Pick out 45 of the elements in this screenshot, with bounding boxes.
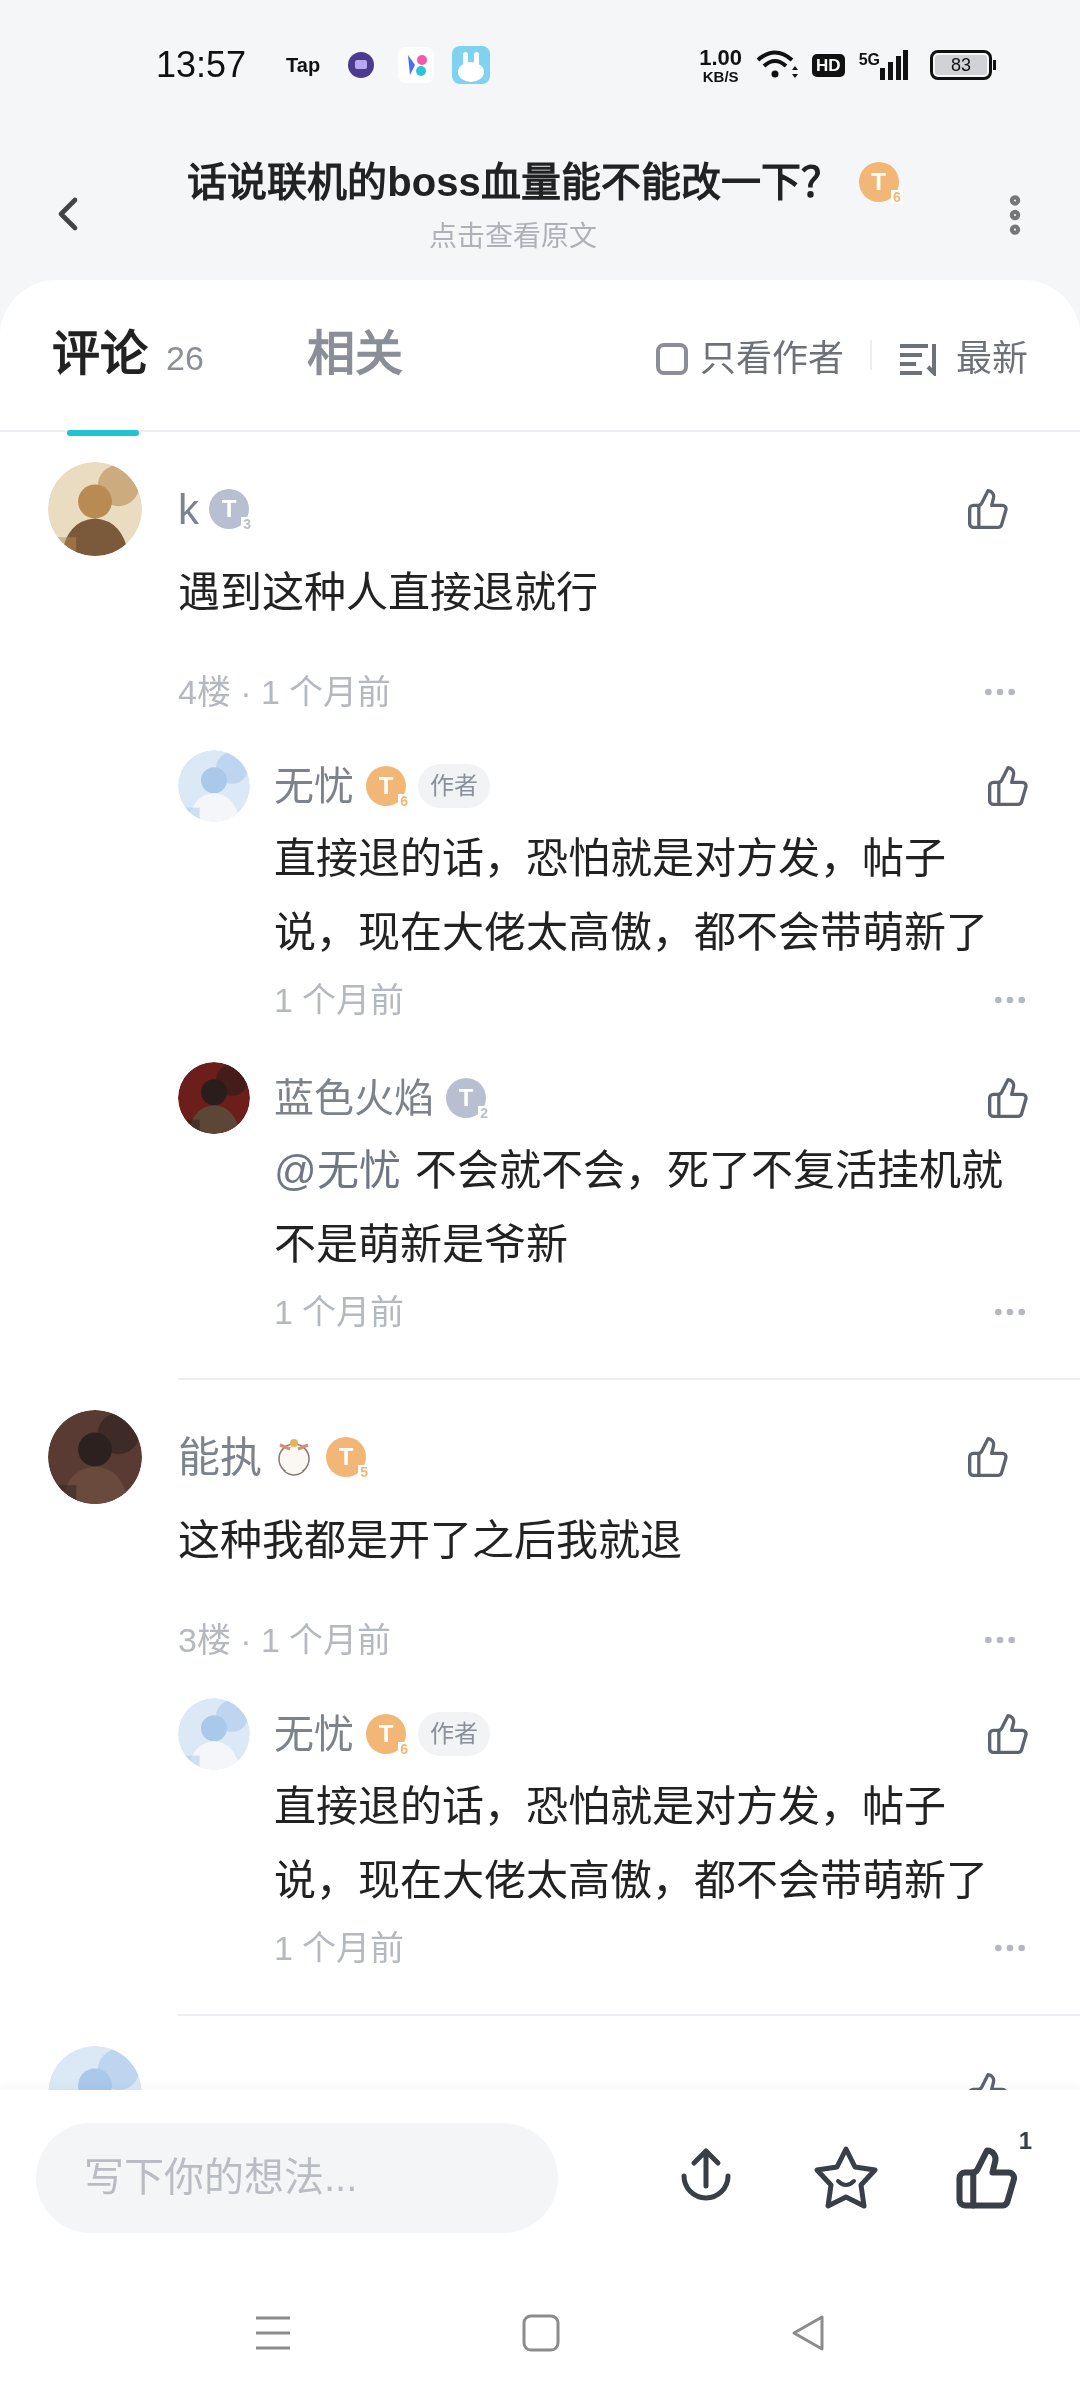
favorite-star-icon[interactable] (812, 2144, 880, 2211)
reply-text: 直接退的话，恐怕就是对方发，帖子说，现在大佬太高傲，都不会带萌新了 (274, 834, 989, 958)
author-tag: 作者 (418, 1712, 490, 1756)
signal-icon (880, 50, 908, 80)
app-icon (346, 50, 377, 80)
view-original-link[interactable]: 点击查看原文 (429, 216, 597, 258)
bunny-icon (452, 46, 491, 84)
net-speed: 1.00 KB/S (699, 46, 743, 84)
reply-time: 1 个月前 (274, 1291, 405, 1333)
back-triangle-icon[interactable] (790, 2313, 826, 2352)
author-only-filter[interactable]: 只看作者 (656, 332, 844, 386)
home-square-icon[interactable] (522, 2313, 560, 2352)
comment-meta: 3楼 · 1 个月前 (178, 1619, 392, 1661)
comment-text: 这种我都是开了之后我就退 (178, 1516, 683, 1566)
like-icon[interactable] (966, 487, 1010, 531)
network-type: 5G (858, 50, 880, 70)
menu-icon[interactable] (254, 2314, 292, 2351)
like-icon[interactable] (986, 1076, 1030, 1120)
clock-time: 13:57 (156, 43, 247, 87)
comment-text: 遇到这种人直接退就行 (178, 568, 599, 618)
battery-indicator: 83 (930, 50, 996, 80)
sort-button[interactable]: 最新 (898, 332, 1028, 386)
like-count: 1 (1018, 2125, 1032, 2156)
tab[interactable]: 相关 (293, 318, 416, 432)
hd-indicator: HD (812, 53, 845, 77)
like-icon[interactable] (966, 1435, 1010, 1479)
comment-input[interactable]: 写下你的想法... (36, 2122, 558, 2233)
reply-text: 直接退的话，恐怕就是对方发，帖子说，现在大佬太高傲，都不会带萌新了 (274, 1782, 989, 1906)
reply-text: @无忧 不会就不会，死了不复活挂机就不是萌新是爷新 (274, 1146, 1004, 1270)
user-name[interactable]: 能执 (178, 1425, 262, 1489)
checkbox[interactable] (656, 343, 688, 375)
app-label: Tap (286, 53, 321, 78)
like-icon[interactable] (986, 764, 1030, 808)
like-icon[interactable] (986, 1712, 1030, 1756)
butterfly-icon (398, 47, 435, 83)
mention-link[interactable]: @无忧 (274, 1147, 401, 1194)
comment-meta: 4楼 · 1 个月前 (178, 671, 392, 713)
user-name[interactable]: k (178, 477, 199, 541)
user-name[interactable]: 蓝色火焰 (274, 1068, 434, 1128)
author-tag: 作者 (418, 764, 490, 808)
post-title: 话说联机的boss血量能不能改一下？ (187, 159, 841, 206)
reply-time: 1 个月前 (274, 1927, 405, 1969)
reply-time: 1 个月前 (274, 979, 405, 1021)
user-name[interactable]: 无忧 (274, 756, 354, 816)
user-name[interactable]: 无忧 (274, 1704, 354, 1764)
